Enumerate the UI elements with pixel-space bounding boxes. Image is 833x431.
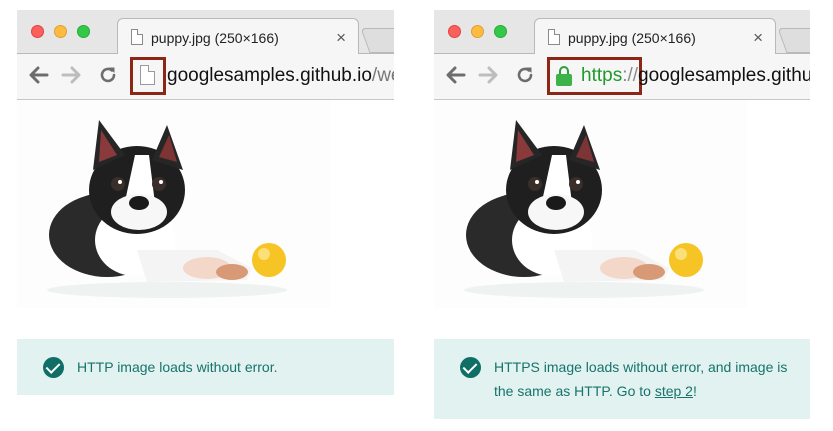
puppy-image — [17, 100, 330, 308]
new-tab-button[interactable] — [777, 28, 810, 53]
tab-title: puppy.jpg (250×166) — [151, 30, 279, 46]
http-example-panel: puppy.jpg (250×166) × googlesamples.gith… — [17, 10, 394, 395]
reload-icon[interactable] — [514, 64, 536, 86]
close-icon[interactable]: × — [753, 28, 763, 48]
url-scheme: https — [581, 65, 623, 86]
forward-arrow-icon[interactable] — [478, 64, 500, 86]
status-message: HTTP image loads without error. — [17, 339, 394, 395]
status-text: HTTP image loads without error. — [77, 359, 278, 375]
url-separator: :// — [622, 65, 639, 86]
browser-window: puppy.jpg (250×166) × googlesamples.gith… — [17, 10, 394, 100]
status-text: HTTPS image loads without error, and ima… — [494, 359, 787, 399]
url-path: /we — [371, 65, 394, 86]
tab-strip: puppy.jpg (250×166) × — [434, 10, 810, 55]
close-icon[interactable]: × — [336, 28, 346, 48]
browser-tab[interactable]: puppy.jpg (250×166) × — [534, 18, 776, 55]
document-icon — [548, 29, 560, 45]
document-icon — [131, 29, 143, 45]
browser-window: puppy.jpg (250×166) × https://googlesamp… — [434, 10, 810, 100]
url-host: googlesamples.githu — [638, 65, 810, 86]
address-bar[interactable]: https://googlesamples.githu — [547, 57, 810, 95]
check-icon — [43, 357, 64, 378]
toolbar: googlesamples.github.io/we — [17, 54, 394, 100]
tab-title: puppy.jpg (250×166) — [568, 30, 696, 46]
status-text-before-link: HTTPS image loads without error, and ima… — [494, 359, 788, 399]
url-text: googlesamples.github.io/we — [167, 65, 394, 87]
step-2-link[interactable]: step 2 — [655, 383, 693, 399]
url-host: googlesamples.github.io — [167, 65, 372, 86]
address-bar[interactable]: googlesamples.github.io/we — [130, 57, 394, 95]
toolbar: https://googlesamples.githu — [434, 54, 810, 100]
forward-arrow-icon[interactable] — [61, 64, 83, 86]
reload-icon[interactable] — [97, 64, 119, 86]
back-arrow-icon[interactable] — [444, 64, 466, 86]
maximize-window-button[interactable] — [77, 25, 90, 38]
browser-tab[interactable]: puppy.jpg (250×166) × — [117, 18, 359, 55]
close-window-button[interactable] — [448, 25, 461, 38]
back-arrow-icon[interactable] — [27, 64, 49, 86]
maximize-window-button[interactable] — [494, 25, 507, 38]
status-text-after-link: ! — [692, 383, 697, 399]
tab-strip: puppy.jpg (250×166) × — [17, 10, 394, 55]
check-icon — [460, 357, 481, 378]
minimize-window-button[interactable] — [471, 25, 484, 38]
close-window-button[interactable] — [31, 25, 44, 38]
minimize-window-button[interactable] — [54, 25, 67, 38]
https-example-panel: puppy.jpg (250×166) × https://googlesamp… — [434, 10, 810, 419]
new-tab-button[interactable] — [360, 28, 394, 53]
url-text: https://googlesamples.githu — [581, 65, 810, 87]
security-indicator-highlight — [130, 57, 166, 95]
status-message: HTTPS image loads without error, and ima… — [434, 339, 810, 419]
puppy-image — [434, 100, 747, 308]
